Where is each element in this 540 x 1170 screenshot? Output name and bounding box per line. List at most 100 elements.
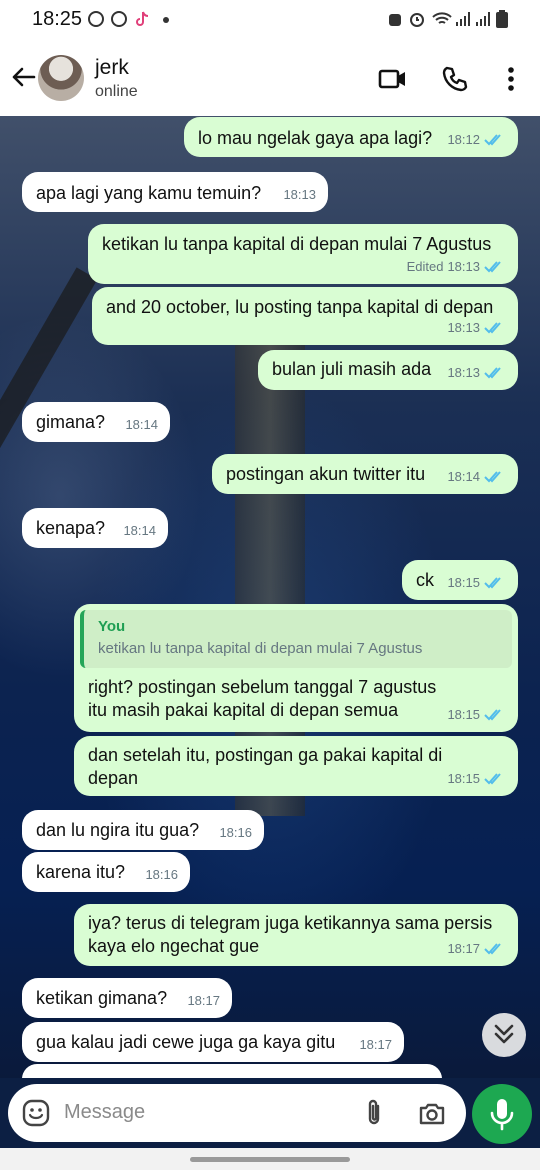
status-bar: 18:25 <box>0 0 540 40</box>
message-text: dan setelah itu, postingan ga pakai kapi… <box>88 745 443 788</box>
message-time: 18:14 <box>447 469 480 484</box>
incoming-message[interactable]: apa lagi yang kamu temuin? 18:13 <box>22 172 328 212</box>
outgoing-message[interactable]: ck 18:15 <box>402 560 518 600</box>
message-text: ketikan gimana? <box>36 988 168 1008</box>
voice-message-button[interactable] <box>472 1084 532 1144</box>
signal-icon <box>456 12 470 26</box>
message-text: gimana? <box>36 412 106 432</box>
home-gesture-pill[interactable] <box>190 1157 350 1162</box>
read-ticks-icon <box>484 577 501 589</box>
incoming-message[interactable]: gimana? 18:14 <box>22 402 170 442</box>
message-text: kenapa? <box>36 518 106 538</box>
read-ticks-icon <box>484 709 501 721</box>
video-call-icon[interactable] <box>378 64 408 94</box>
message-text: ck <box>416 570 434 590</box>
quote-author: You <box>98 618 126 635</box>
message-time: 18:16 <box>219 825 252 840</box>
message-text: iya? terus di telegram juga ketikannya s… <box>88 913 493 956</box>
message-time: 18:17 <box>359 1037 392 1052</box>
tiktok-notification-icon <box>136 11 149 26</box>
incoming-message[interactable]: dan lu ngira itu gua? 18:16 <box>22 810 264 850</box>
message-time: 18:16 <box>145 867 178 882</box>
outgoing-message[interactable]: iya? terus di telegram juga ketikannya s… <box>74 904 518 966</box>
outgoing-reply-message[interactable]: You ketikan lu tanpa kapital di depan mu… <box>74 604 518 732</box>
message-text: dan lu ngira itu gua? <box>36 820 200 840</box>
read-ticks-icon <box>484 261 501 273</box>
incoming-message[interactable]: gua kalau jadi cewe juga ga kaya gitu 18… <box>22 1022 404 1062</box>
outgoing-message[interactable]: ketikan lu tanpa kapital di depan mulai … <box>88 224 518 284</box>
more-vert-icon[interactable] <box>496 64 526 94</box>
read-ticks-icon <box>484 367 501 379</box>
phone-icon[interactable] <box>440 64 470 94</box>
more-notifications-icon <box>163 17 169 23</box>
message-time: 18:13 <box>283 187 316 202</box>
message-placeholder[interactable]: Message <box>64 1101 145 1124</box>
read-ticks-icon <box>484 773 501 785</box>
outgoing-message[interactable]: postingan akun twitter itu 18:14 <box>212 454 518 494</box>
message-meta: 18:17 <box>447 937 506 960</box>
read-ticks-icon <box>484 134 501 146</box>
mic-icon <box>490 1099 514 1131</box>
message-text: lo mau ngelak gaya apa lagi? <box>198 128 433 148</box>
message-text: karena itu? <box>36 862 126 882</box>
message-time: 18:15 <box>447 771 480 786</box>
message-time: 18:12 <box>447 132 480 147</box>
message-meta: 18:15 <box>447 571 506 594</box>
contact-name[interactable]: jerk <box>95 56 129 80</box>
message-time: 18:17 <box>447 941 480 956</box>
message-text: gua kalau jadi cewe juga ga kaya gitu <box>36 1032 336 1052</box>
read-ticks-icon <box>484 471 501 483</box>
message-text: and 20 october, lu posting tanpa kapital… <box>106 297 494 317</box>
wifi-icon <box>432 12 452 24</box>
message-time: 18:15 <box>447 707 480 722</box>
incoming-message[interactable]: kenapa? 18:14 <box>22 508 168 548</box>
battery-icon <box>496 10 508 28</box>
read-ticks-icon <box>484 943 501 955</box>
double-chevron-down-icon <box>494 1024 514 1044</box>
message-text: right? postingan sebelum tanggal 7 agust… <box>88 677 437 720</box>
message-meta: 18:16 <box>145 863 178 886</box>
message-meta: 18:13 <box>447 361 506 384</box>
incoming-message-partial[interactable] <box>22 1064 442 1078</box>
whatsapp-notification-icon <box>88 11 104 27</box>
chat-header: jerk online <box>0 40 540 117</box>
message-meta: Edited 18:13 <box>407 255 506 278</box>
camera-icon[interactable] <box>418 1099 446 1127</box>
incoming-message[interactable]: karena itu? 18:16 <box>22 852 190 892</box>
quote-text: ketikan lu tanpa kapital di depan mulai … <box>98 640 423 657</box>
emoji-icon[interactable] <box>22 1099 50 1127</box>
message-meta: 18:15 <box>447 767 506 790</box>
alarm-icon <box>410 13 424 27</box>
read-ticks-icon <box>484 322 501 334</box>
message-input[interactable]: Message <box>8 1084 466 1142</box>
contact-avatar[interactable] <box>38 55 84 101</box>
attach-icon[interactable] <box>360 1098 388 1128</box>
message-time: 18:13 <box>447 365 480 380</box>
outgoing-message[interactable]: lo mau ngelak gaya apa lagi? 18:12 <box>184 117 518 157</box>
back-arrow-icon[interactable] <box>8 62 38 92</box>
message-time: 18:14 <box>125 417 158 432</box>
chat-area[interactable]: lo mau ngelak gaya apa lagi? 18:12 apa l… <box>0 116 540 1078</box>
whatsapp-notification-icon <box>111 11 127 27</box>
system-nav-bar <box>0 1148 540 1170</box>
status-time: 18:25 <box>32 8 83 30</box>
message-meta: 18:16 <box>219 821 252 844</box>
contact-status: online <box>95 83 138 100</box>
message-time: 18:15 <box>447 575 480 590</box>
edited-label: Edited <box>406 259 444 274</box>
wallpaper-decoration <box>0 267 98 505</box>
message-meta: 18:14 <box>447 465 506 488</box>
message-meta: 18:13 <box>447 316 506 339</box>
message-meta: 18:14 <box>125 413 158 436</box>
outgoing-message[interactable]: bulan juli masih ada 18:13 <box>258 350 518 390</box>
message-time: 18:17 <box>187 993 220 1008</box>
outgoing-message[interactable]: and 20 october, lu posting tanpa kapital… <box>92 287 518 345</box>
quoted-message[interactable]: You ketikan lu tanpa kapital di depan mu… <box>80 610 512 668</box>
alarm-lock-icon <box>389 14 401 26</box>
message-time: 18:14 <box>123 523 156 538</box>
scroll-to-bottom-button[interactable] <box>482 1013 526 1057</box>
message-text: bulan juli masih ada <box>272 359 432 379</box>
incoming-message[interactable]: ketikan gimana? 18:17 <box>22 978 232 1018</box>
message-meta: 18:13 <box>283 183 316 206</box>
outgoing-message[interactable]: dan setelah itu, postingan ga pakai kapi… <box>74 736 518 796</box>
